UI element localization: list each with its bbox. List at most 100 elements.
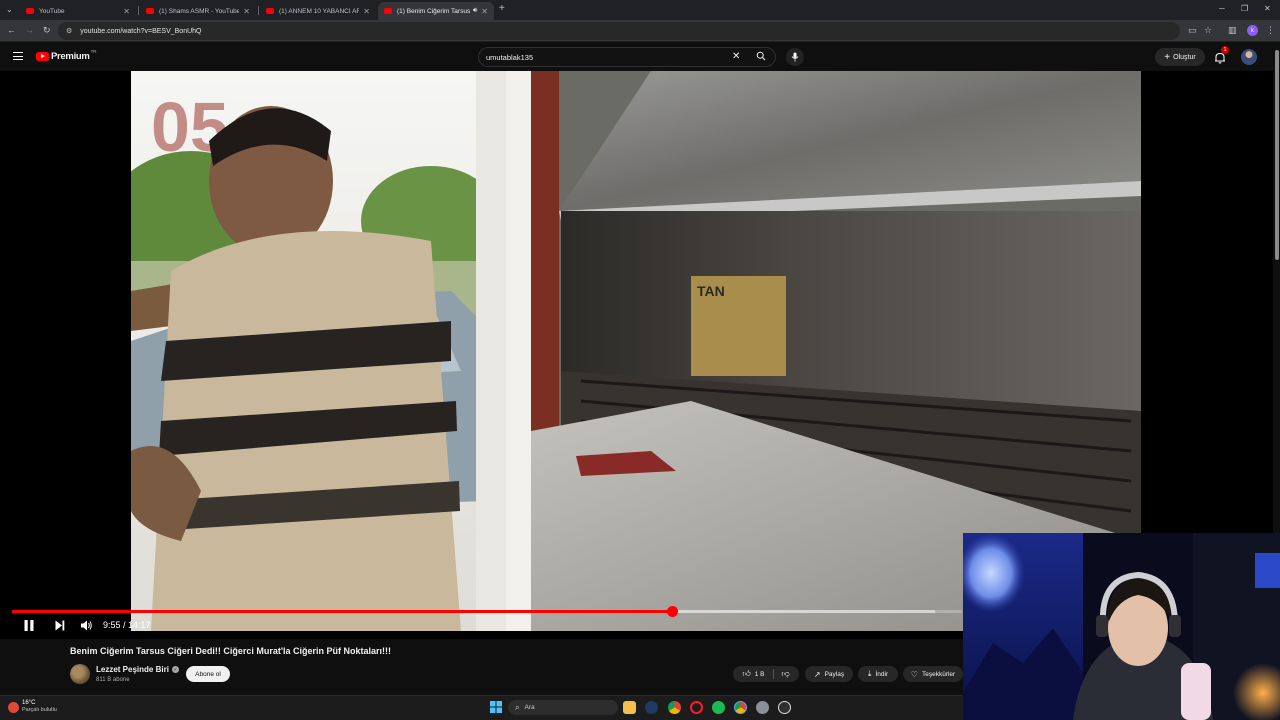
close-window-icon[interactable]: ✕ xyxy=(1264,4,1271,13)
spotify-icon[interactable] xyxy=(712,701,725,714)
logo-text: Premium xyxy=(51,51,90,62)
youtube-favicon-icon xyxy=(266,8,274,14)
close-tab-icon[interactable]: ✕ xyxy=(123,7,130,16)
create-button[interactable]: + Oluştur xyxy=(1155,48,1205,66)
svg-text:TAN: TAN xyxy=(697,283,725,299)
pause-icon[interactable] xyxy=(23,619,35,632)
subscribe-button[interactable]: Abone ol xyxy=(186,666,230,682)
channel-name-link[interactable]: Lezzet Peşinde Biri ✓ xyxy=(96,665,179,674)
youtube-favicon-icon xyxy=(26,8,34,14)
time-display: 9:55 / 14:17 xyxy=(103,620,151,630)
youtube-favicon-icon xyxy=(384,8,392,14)
weather-description: Parçalı bulutlu xyxy=(22,707,57,713)
steam-icon[interactable] xyxy=(645,701,658,714)
share-arrow-icon: ↗ xyxy=(813,669,821,679)
tab-audio-icon[interactable]: 🔊︎ xyxy=(473,7,477,15)
chrome-icon[interactable] xyxy=(668,701,681,714)
weather-icon xyxy=(8,701,19,713)
thanks-label: Teşekkürler xyxy=(921,670,956,678)
progress-scrubber-handle[interactable] xyxy=(667,606,678,617)
channel-name: Lezzet Peşinde Biri xyxy=(96,665,169,674)
youtube-favicon-icon xyxy=(146,8,154,14)
tab-divider xyxy=(138,6,139,15)
download-icon: ⤓ xyxy=(867,669,872,678)
tab-title: (1) Shams ASMR - YouTube xyxy=(159,7,240,15)
close-tab-icon[interactable]: ✕ xyxy=(363,7,370,16)
browser-tab-annem[interactable]: (1) ANNEM 10 YABANCI ARAST ✕ xyxy=(260,2,376,20)
browser-tab-benim-cigerim[interactable]: (1) Benim Ciğerim Tarsus C 🔊︎ ✕ xyxy=(378,2,494,20)
thanks-button[interactable]: ♡ Teşekkürler xyxy=(903,666,963,682)
search-icon[interactable] xyxy=(756,51,766,61)
search-box: ✕ xyxy=(478,47,776,67)
obs-icon[interactable] xyxy=(778,701,791,714)
back-icon[interactable]: ← xyxy=(7,25,16,35)
volume-icon[interactable] xyxy=(80,619,93,632)
url-text: youtube.com/watch?v=BESV_BonUhQ xyxy=(80,27,202,35)
clear-search-icon[interactable]: ✕ xyxy=(732,51,740,62)
voice-search-button[interactable] xyxy=(786,48,804,66)
weather-temperature: 16°C xyxy=(22,700,36,706)
progress-bar-played xyxy=(12,610,672,613)
like-divider xyxy=(772,669,774,679)
like-dislike-group: 👍︎ 1 B 👎︎ xyxy=(733,666,799,682)
browser-tab-strip: ⌄ YouTube ✕ (1) Shams ASMR - YouTube ✕ (… xyxy=(0,0,1280,20)
subscribe-label: Abone ol xyxy=(195,670,221,678)
tab-divider xyxy=(258,6,259,15)
bookmark-star-icon[interactable]: ☆ xyxy=(1204,25,1212,36)
extensions-icon[interactable]: ▥ xyxy=(1228,25,1237,36)
subscriber-count: 811 B abone xyxy=(96,677,130,683)
thanks-heart-icon: ♡ xyxy=(910,669,918,679)
search-input[interactable] xyxy=(486,51,726,64)
page-scrollbar-thumb[interactable] xyxy=(1275,50,1279,260)
notification-count: 1 xyxy=(1223,47,1227,53)
share-label: Paylaş xyxy=(824,670,845,678)
weather-widget[interactable]: 16°C Parçalı bulutlu xyxy=(8,700,57,714)
chrome-active-icon[interactable] xyxy=(734,701,747,714)
like-button[interactable]: 👍︎ 1 B xyxy=(742,669,764,679)
share-button[interactable]: ↗ Paylaş xyxy=(805,666,853,682)
like-count: 1 B xyxy=(754,670,765,678)
download-button[interactable]: ⤓ İndir xyxy=(858,666,898,682)
new-tab-icon[interactable]: + xyxy=(499,3,505,14)
browser-tab-shams[interactable]: (1) Shams ASMR - YouTube ✕ xyxy=(140,2,256,20)
account-avatar[interactable] xyxy=(1241,49,1257,65)
next-video-icon[interactable] xyxy=(54,619,66,632)
taskbar-search-icon: ⌕ xyxy=(515,702,520,712)
tab-title: YouTube xyxy=(39,7,65,15)
download-label: İndir xyxy=(875,670,889,678)
settings-gear-icon[interactable] xyxy=(756,701,769,714)
webcam-overlay xyxy=(963,533,1280,720)
profile-avatar-icon[interactable]: k xyxy=(1247,25,1258,36)
site-info-icon[interactable]: ⚙︎ xyxy=(66,27,72,35)
minimize-icon[interactable]: ─ xyxy=(1219,4,1225,13)
windows-start-icon[interactable] xyxy=(490,701,502,713)
guide-menu-icon[interactable] xyxy=(13,52,23,60)
tab-title: (1) ANNEM 10 YABANCI ARAST xyxy=(279,7,360,15)
logo-region: TR xyxy=(90,49,97,54)
dislike-button[interactable]: 👎︎ xyxy=(782,669,790,679)
forward-icon[interactable]: → xyxy=(25,25,34,35)
youtube-premium-logo[interactable]: Premium TR xyxy=(36,49,97,62)
cast-icon[interactable]: ▭ xyxy=(1188,25,1197,36)
reload-icon[interactable]: ↻ xyxy=(43,25,51,36)
plus-icon: + xyxy=(1164,51,1171,63)
webcam-image xyxy=(963,533,1280,720)
close-tab-icon[interactable]: ✕ xyxy=(481,7,488,16)
youtube-header: Premium TR ✕ + Oluştur 1 xyxy=(0,43,1280,71)
tab-search-icon[interactable]: ⌄ xyxy=(6,5,13,14)
tab-title: (1) Benim Ciğerim Tarsus C xyxy=(397,7,470,15)
address-bar[interactable]: ⚙︎ youtube.com/watch?v=BESV_BonUhQ xyxy=(58,22,1180,40)
video-title: Benim Ciğerim Tarsus Ciğeri Dedi!! Ciğer… xyxy=(70,646,392,656)
browser-menu-icon[interactable]: ⋮ xyxy=(1266,25,1275,36)
thumbs-up-icon: 👍︎ xyxy=(742,669,751,678)
file-explorer-icon[interactable] xyxy=(623,701,636,714)
opera-icon[interactable] xyxy=(690,701,703,714)
taskbar-search-box[interactable]: ⌕ Ara xyxy=(508,700,618,715)
maximize-icon[interactable]: ❐ xyxy=(1241,4,1248,13)
browser-tab-youtube[interactable]: YouTube ✕ xyxy=(20,2,136,20)
channel-avatar[interactable] xyxy=(70,664,90,684)
microphone-icon xyxy=(791,52,799,62)
youtube-play-logo-icon xyxy=(36,52,49,61)
close-tab-icon[interactable]: ✕ xyxy=(243,7,250,16)
create-label: Oluştur xyxy=(1173,53,1196,61)
